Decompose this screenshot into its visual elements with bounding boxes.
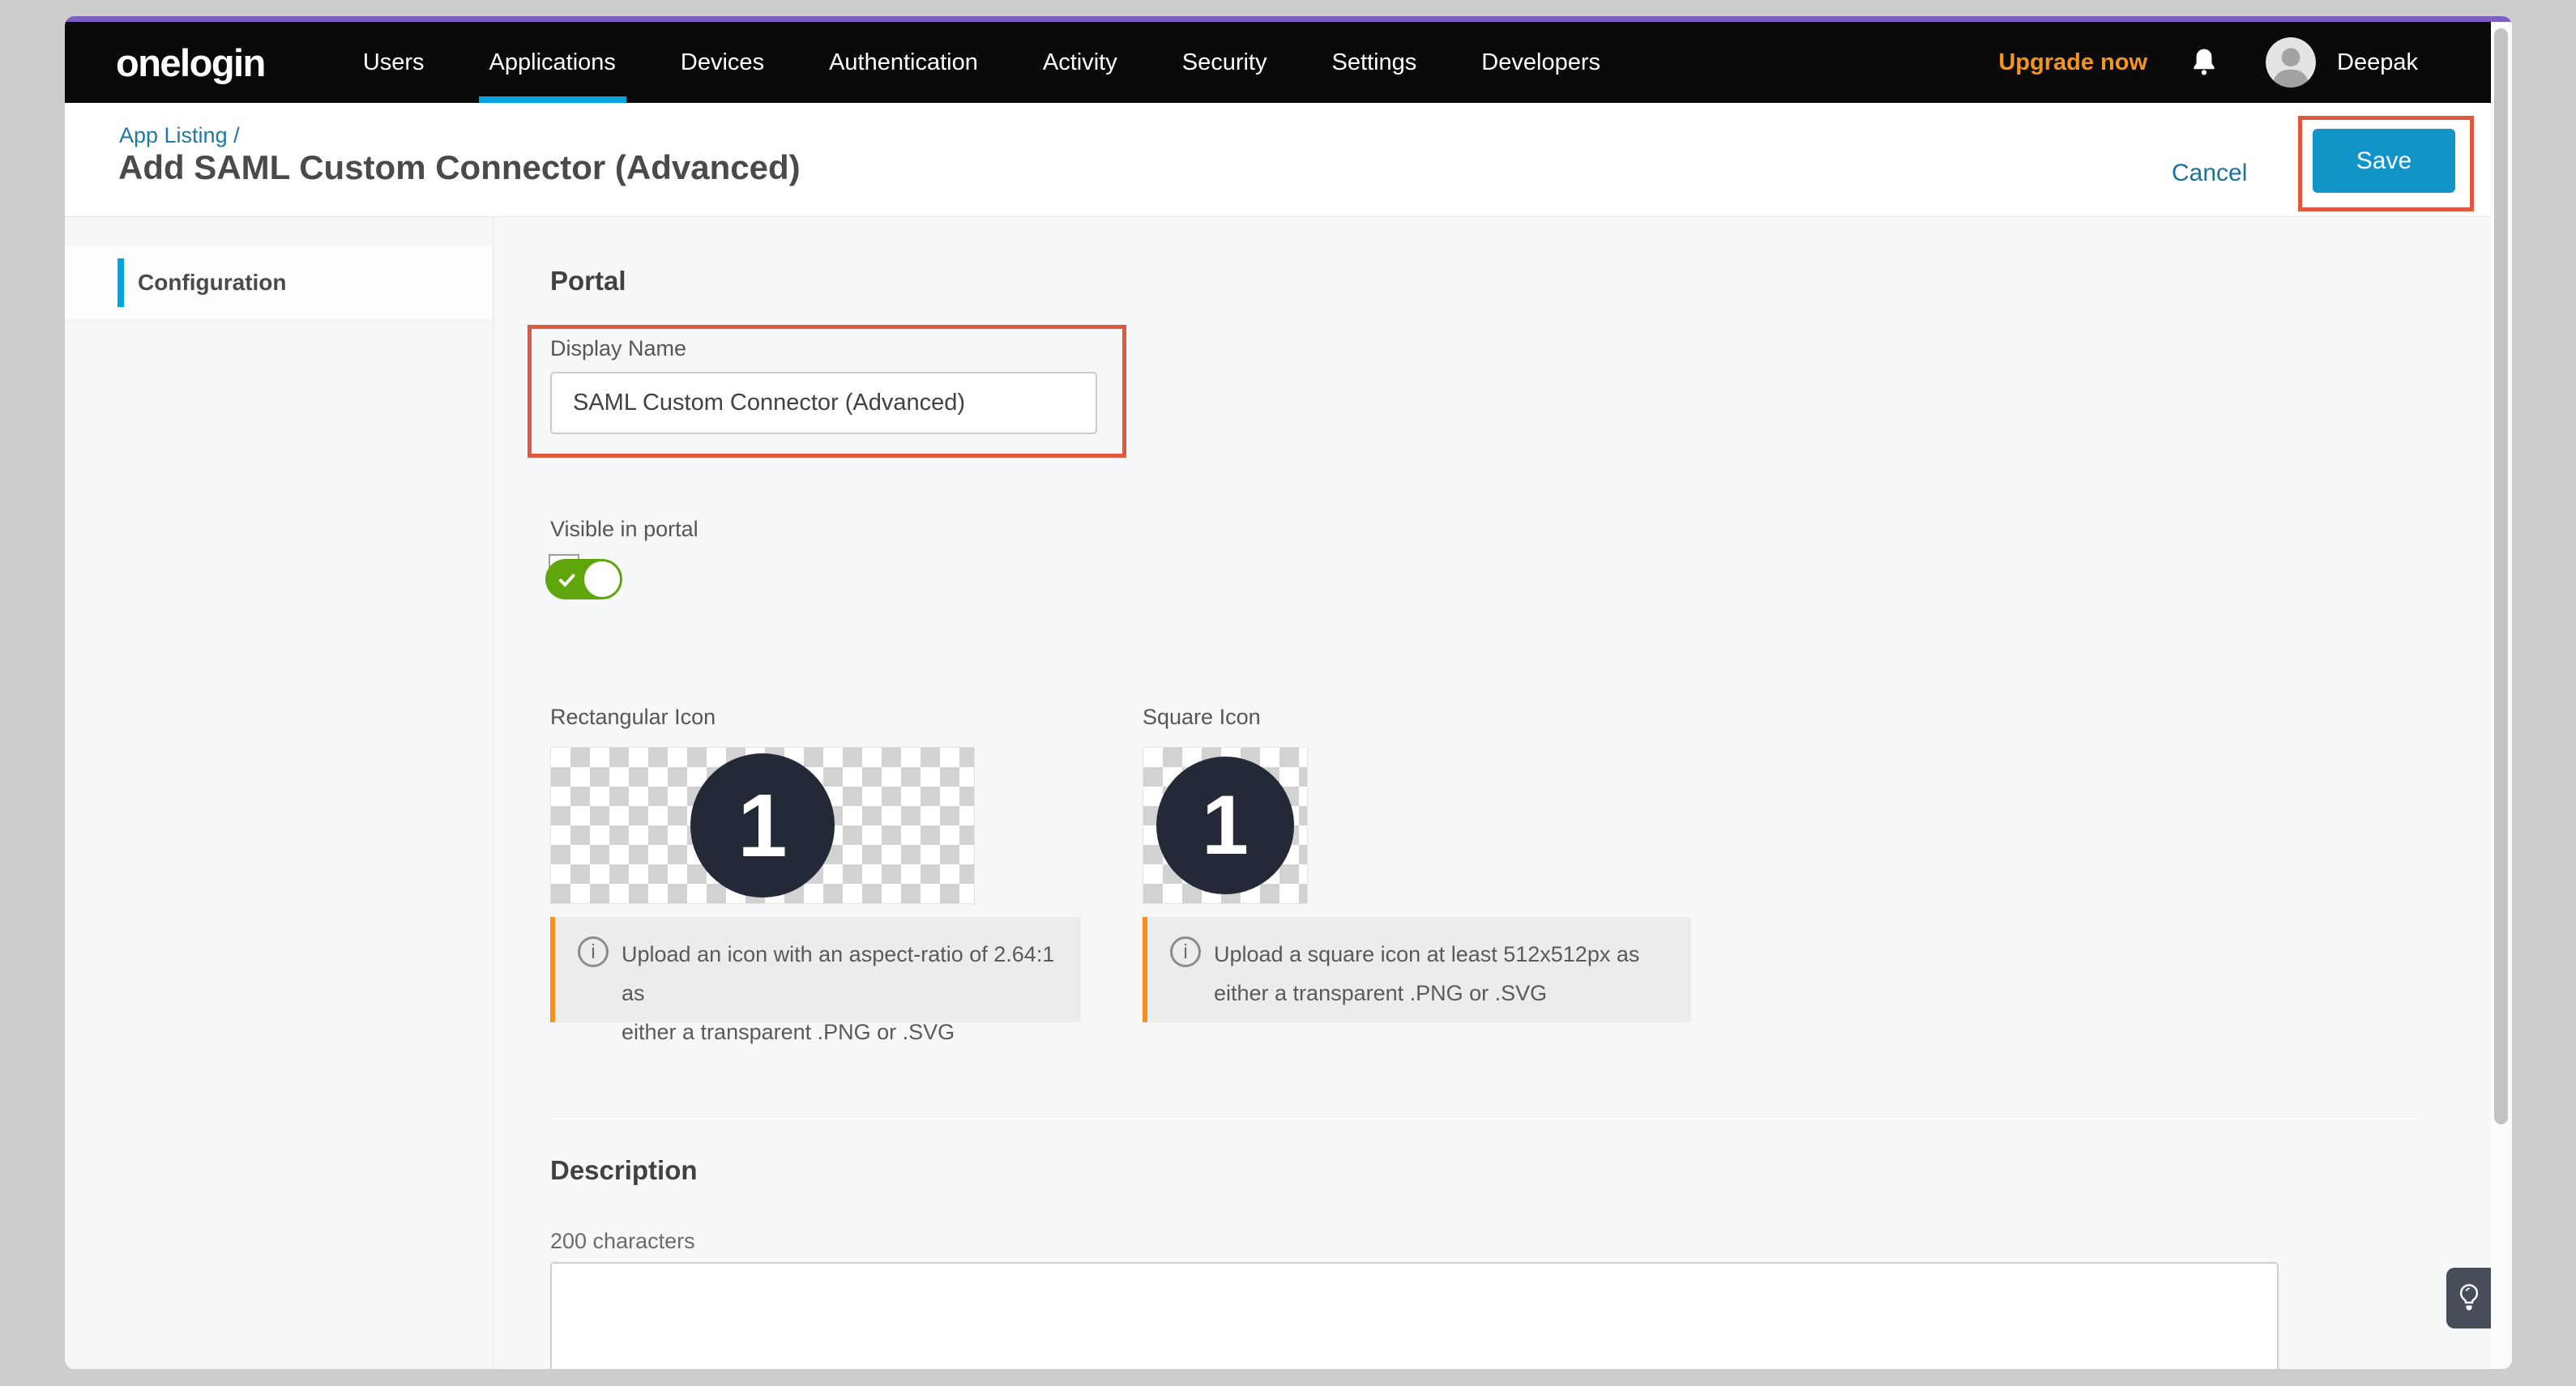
nav-item-devices[interactable]: Devices [670, 22, 775, 103]
breadcrumb[interactable]: App Listing / [119, 123, 240, 148]
sidebar-item-label: Configuration [138, 270, 287, 296]
hint-line: either a transparent .PNG or .SVG [1214, 974, 1639, 1013]
onelogin-logo[interactable]: onelogin [116, 41, 265, 85]
nav-items: Users Applications Devices Authenticatio… [352, 22, 1655, 103]
scrollbar-track [2491, 22, 2512, 1369]
section-divider [550, 1118, 2418, 1120]
description-textarea[interactable] [550, 1262, 2279, 1369]
user-name[interactable]: Deepak [2337, 49, 2418, 76]
display-name-label: Display Name [550, 336, 686, 361]
description-heading: Description [550, 1155, 698, 1186]
browser-top-strip [65, 16, 2512, 22]
visible-in-portal-toggle[interactable] [545, 559, 622, 599]
portal-heading: Portal [550, 266, 626, 296]
cancel-button[interactable]: Cancel [2172, 160, 2247, 187]
nav-item-security[interactable]: Security [1172, 22, 1278, 103]
hint-text: Upload a square icon at least 512x512px … [1214, 935, 1639, 1013]
rectangular-icon-hint: i Upload an icon with an aspect-ratio of… [550, 917, 1081, 1022]
square-icon-hint: i Upload a square icon at least 512x512p… [1143, 917, 1691, 1022]
nav-item-settings[interactable]: Settings [1322, 22, 1428, 103]
app-window: onelogin Users Applications Devices Auth… [65, 16, 2512, 1369]
person-icon [2266, 37, 2316, 87]
hint-line: Upload an icon with an aspect-ratio of 2… [622, 935, 1065, 1013]
onelogin-app-icon: 1 [690, 753, 835, 898]
character-count-label: 200 characters [550, 1229, 695, 1254]
main-panel: Portal Display Name Visible in portal Re… [493, 217, 2491, 1369]
rectangular-icon-label: Rectangular Icon [550, 705, 716, 730]
nav-item-authentication[interactable]: Authentication [818, 22, 989, 103]
hint-line: either a transparent .PNG or .SVG [622, 1013, 1065, 1051]
active-indicator-bar [117, 258, 124, 307]
info-icon: i [1170, 936, 1201, 967]
page-header: App Listing / Add SAML Custom Connector … [65, 103, 2491, 217]
scrollbar-thumb[interactable] [2494, 28, 2508, 1124]
top-nav: onelogin Users Applications Devices Auth… [65, 22, 2491, 103]
page-title: Add SAML Custom Connector (Advanced) [118, 148, 801, 187]
nav-right: Upgrade now Deepak [1998, 37, 2418, 87]
content: Configuration Portal Display Name Visibl… [65, 217, 2491, 1369]
notifications-bell-icon[interactable] [2189, 46, 2219, 79]
hint-line: Upload a square icon at least 512x512px … [1214, 935, 1639, 974]
rectangular-icon-upload[interactable]: 1 [550, 747, 975, 904]
visible-in-portal-label: Visible in portal [550, 517, 698, 542]
user-avatar[interactable] [2266, 37, 2316, 87]
onelogin-app-icon: 1 [1156, 757, 1294, 894]
nav-item-applications[interactable]: Applications [479, 22, 626, 103]
nav-item-activity[interactable]: Activity [1032, 22, 1128, 103]
nav-item-users[interactable]: Users [352, 22, 435, 103]
info-icon: i [578, 936, 609, 967]
check-icon [557, 569, 578, 591]
hint-text: Upload an icon with an aspect-ratio of 2… [622, 935, 1065, 1051]
save-button[interactable]: Save [2313, 129, 2455, 193]
screen: onelogin Users Applications Devices Auth… [0, 0, 2576, 1386]
help-lightbulb-button[interactable] [2446, 1268, 2491, 1328]
sidebar-item-configuration[interactable]: Configuration [65, 246, 493, 319]
toggle-knob [584, 561, 620, 597]
display-name-input[interactable] [550, 372, 1097, 434]
upgrade-now-link[interactable]: Upgrade now [1998, 49, 2147, 76]
lightbulb-icon [2456, 1282, 2482, 1315]
page: onelogin Users Applications Devices Auth… [65, 22, 2491, 1369]
square-icon-label: Square Icon [1143, 705, 1261, 730]
square-icon-upload[interactable]: 1 [1143, 747, 1308, 904]
sidebar: Configuration [65, 217, 493, 1369]
nav-item-developers[interactable]: Developers [1471, 22, 1611, 103]
